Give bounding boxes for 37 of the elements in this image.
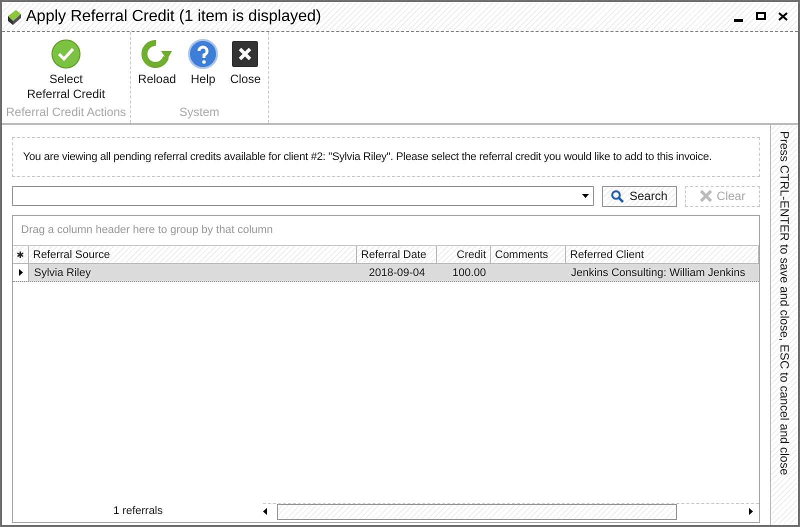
ribbon-button[interactable]: Close — [227, 36, 264, 103]
ribbon-button[interactable]: Select Referral Credit — [24, 36, 108, 103]
table-cell-text: 2018-09-04 — [368, 266, 426, 281]
table-cell-text: Sylvia Riley — [33, 266, 92, 281]
table-row[interactable]: Sylvia Riley 2018-09-04 100.00 Jenkins Consulting: William Jenkins — [13, 264, 759, 282]
help-icon — [188, 39, 218, 69]
group-hint: Drag a column header here to group by that column — [21, 223, 273, 238]
info-text: You are viewing all pending referral credits available for client #2: "Sylvia Riley". Please select the referral credit you would like to add to this invoice. — [23, 150, 712, 165]
filter-dropdown[interactable] — [12, 186, 594, 206]
close-window-icon[interactable] — [778, 12, 788, 22]
window-title: Apply Referral Credit (1 item is displayed) — [26, 6, 322, 26]
column-header[interactable]: Credit — [437, 246, 491, 263]
group-label: Referral Credit Actions — [6, 104, 126, 121]
current-row-icon — [18, 269, 22, 276]
column-header[interactable]: Comments — [491, 246, 566, 263]
scroll-left-icon[interactable] — [263, 508, 267, 515]
column-header[interactable]: Referral Source — [29, 246, 357, 263]
table-cell-text: Jenkins Consulting: William Jenkins — [570, 266, 746, 281]
reload-icon — [141, 39, 174, 69]
column-header[interactable]: Referral Date — [357, 246, 437, 263]
ribbon-button[interactable]: Help — [185, 36, 222, 103]
app-logo-icon — [6, 8, 22, 26]
close-icon — [232, 41, 258, 67]
record-count: 1 referrals — [112, 504, 164, 519]
clear-icon — [700, 190, 712, 202]
group-label: System — [179, 104, 220, 121]
scroll-right-icon[interactable] — [749, 508, 753, 515]
dropdown-caret-icon — [582, 194, 589, 198]
horizontal-scrollbar-thumb[interactable] — [277, 504, 677, 520]
search-icon — [611, 190, 624, 202]
table-cell-text: 100.00 — [451, 266, 487, 281]
search-button[interactable]: Search — [602, 186, 677, 206]
column-header[interactable]: Referred Client — [566, 246, 759, 263]
ribbon-button[interactable]: Reload — [135, 36, 180, 103]
checkmark-icon — [51, 39, 82, 69]
shortcut-hint: Press CTRL-ENTER to save and close, ESC to cancel and close — [776, 131, 792, 478]
maximize-icon[interactable] — [756, 12, 766, 22]
